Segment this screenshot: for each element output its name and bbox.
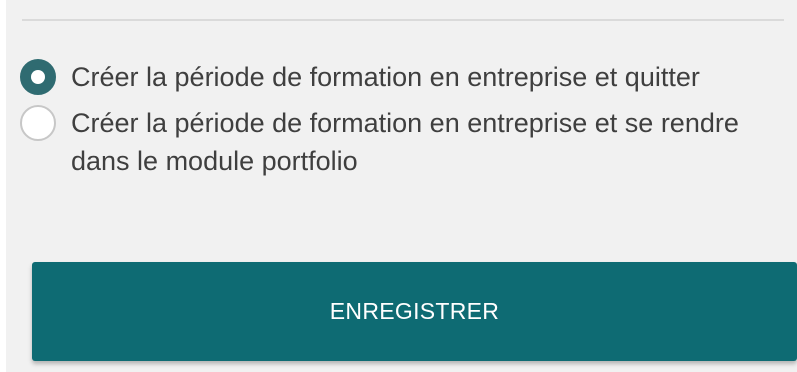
divider: [22, 19, 784, 21]
option-label: Créer la période de formation en entrepr…: [71, 62, 700, 92]
radio-checked-icon[interactable]: [20, 59, 56, 95]
form-panel: Créer la période de formation en entrepr…: [6, 0, 797, 372]
option-label: Créer la période de formation en entrepr…: [71, 108, 739, 176]
option-create-and-go-portfolio[interactable]: Créer la période de formation en entrepr…: [20, 104, 790, 180]
radio-unchecked-icon[interactable]: [20, 105, 56, 141]
radio-group: Créer la période de formation en entrepr…: [20, 58, 790, 180]
option-create-and-quit[interactable]: Créer la période de formation en entrepr…: [20, 58, 790, 96]
save-button[interactable]: ENREGISTRER: [32, 262, 797, 361]
